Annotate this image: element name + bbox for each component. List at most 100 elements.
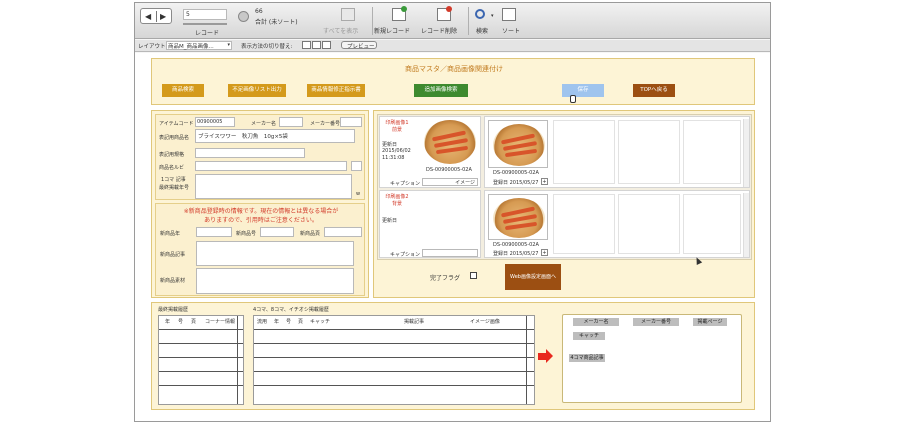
registered-image-cell: DS-00900005-02A 登録日 2015/05/27 + <box>484 116 750 188</box>
shrimp-mark <box>435 145 469 155</box>
registered-image-cell-2: DS-00900005-02A 登録日 2015/05/27 + <box>484 190 750 258</box>
delete-record-minus-icon <box>446 6 452 12</box>
table-row[interactable] <box>254 385 534 386</box>
additional-image-search-button[interactable]: 追加画像検索 <box>414 84 468 97</box>
item-code-field[interactable]: 00900005 <box>195 117 235 127</box>
table-row[interactable] <box>254 371 534 372</box>
record-count-label: 合計 (未ソート) <box>255 19 298 26</box>
registered-image-2-add-icon[interactable]: + <box>541 249 548 256</box>
publish-page-button[interactable]: 掲載ページ <box>693 318 727 326</box>
new-material-field[interactable] <box>196 268 354 294</box>
table-row[interactable] <box>254 357 534 358</box>
maker-field[interactable] <box>279 117 303 127</box>
product-search-button[interactable]: 商品検索 <box>162 84 204 97</box>
shrimp-mark <box>504 221 538 231</box>
delete-record-button[interactable]: レコード削除 <box>421 26 457 35</box>
record-slider[interactable] <box>183 23 227 25</box>
print-image-1-title: 印刷画像1 前景 <box>385 120 409 133</box>
print-image-1-cell: 印刷画像1 前景 更新日 2015/06/02 11:31:08 DS-0090… <box>379 116 481 188</box>
new-record-plus-icon <box>401 6 407 12</box>
feature-col-page: 頁 <box>298 319 304 325</box>
registered-image-2-slot-4[interactable] <box>683 194 741 254</box>
new-number-field[interactable] <box>260 227 294 237</box>
table-row[interactable] <box>159 343 243 344</box>
print-image-2-cell: 印刷画像2 背景 更新日 キャプション <box>379 190 481 258</box>
pie-icon <box>238 11 249 22</box>
red-arrow-icon <box>538 353 546 360</box>
next-record-icon[interactable]: ▶ <box>160 12 166 21</box>
maker-number-button[interactable]: メーカー番号 <box>633 318 679 326</box>
layout-chevron-down-icon: ▾ <box>227 42 230 48</box>
table-row[interactable] <box>159 329 243 330</box>
new-year-field[interactable] <box>196 227 232 237</box>
preview-button[interactable]: プレビュー <box>341 41 377 50</box>
table-row[interactable] <box>159 385 243 386</box>
spec-field[interactable] <box>195 148 305 158</box>
registered-image-2-slot-3[interactable] <box>618 194 680 254</box>
sort-button[interactable]: ソート <box>502 26 520 35</box>
layout-bar: レイアウト: 商品M_商品画像... ▾ 表示方法の切り替え: プレビュー <box>135 40 770 52</box>
registered-image-slot-4[interactable] <box>683 120 741 184</box>
kana-field[interactable] <box>195 161 347 171</box>
record-number-field[interactable]: 5 <box>183 9 227 20</box>
table-row[interactable] <box>254 343 534 344</box>
display-name-field[interactable]: ブライスワワー 秋刀魚 10g×5袋 <box>195 129 355 143</box>
maker-number-label: メーカー番号 <box>310 121 341 127</box>
image-panel: 印刷画像1 前景 更新日 2015/06/02 11:31:08 DS-0090… <box>373 110 755 298</box>
product-info-panel: アイテムコード 00900005 メーカー名 メーカー番号 表記用商品名 ブライ… <box>151 110 369 298</box>
catch-button[interactable]: キャッチ <box>573 332 605 340</box>
registered-image-1-code: DS-00900005-02A <box>493 170 539 176</box>
registered-image-scrollbar[interactable] <box>743 119 749 187</box>
print-image-1-thumbnail[interactable] <box>424 120 476 164</box>
registered-image-1-add-icon[interactable]: + <box>541 178 548 185</box>
caption-select[interactable]: イメージ <box>422 178 478 186</box>
complete-flag-checkbox[interactable] <box>470 272 477 279</box>
table-row[interactable] <box>159 371 243 372</box>
caption-2-select[interactable] <box>422 249 478 257</box>
feature-article-field[interactable] <box>195 174 352 199</box>
form-view-icon[interactable] <box>302 41 311 49</box>
feature-article-label: 1コマ 記事 <box>161 177 186 183</box>
prev-record-icon[interactable]: ◀ <box>145 12 151 21</box>
registered-image-slot-2[interactable] <box>553 120 615 184</box>
maker-name-button[interactable]: メーカー名 <box>573 318 619 326</box>
find-icon[interactable] <box>475 9 485 19</box>
four-koma-article-button[interactable]: 4コマ商品記事 <box>569 354 605 362</box>
back-to-top-button[interactable]: TOPへ戻る <box>633 84 675 97</box>
new-page-field[interactable] <box>324 227 362 237</box>
list-view-icon[interactable] <box>312 41 321 49</box>
new-year-label: 新商品年 <box>160 231 181 237</box>
new-article-field[interactable] <box>196 241 354 266</box>
record-nav-control[interactable]: ◀ ▶ <box>140 8 172 24</box>
kana-extra-field[interactable] <box>351 161 362 171</box>
find-menu-chevron-icon[interactable]: ▾ <box>491 13 494 19</box>
maker-number-field[interactable] <box>340 117 362 127</box>
kana-label: 商品名ルビ <box>159 165 185 171</box>
feature-col-no: 号 <box>286 319 292 325</box>
feature-history-table: 流用 年 号 頁 キャッチ 掲載記事 イメージ画像 <box>253 315 535 405</box>
registered-image-slot-3[interactable] <box>618 120 680 184</box>
registered-image-2-scrollbar[interactable] <box>743 193 749 257</box>
product-info-lower: ※新商品登録時の情報です。現在の情報とは異なる場合が ありますので、引用時はご注… <box>155 203 365 296</box>
registered-image-2-slot-2[interactable] <box>553 194 615 254</box>
missing-image-list-button[interactable]: 不足画像リスト出力 <box>228 84 286 97</box>
red-arrow-head-icon <box>546 349 553 363</box>
product-fix-instruction-button[interactable]: 商品情報修正指示書 <box>307 84 365 97</box>
new-material-label: 新商品素材 <box>160 278 186 284</box>
show-all-button[interactable]: すべてを表示 <box>323 26 358 35</box>
find-button[interactable]: 検索 <box>476 26 488 35</box>
layout-select[interactable]: 商品M_商品画像... ▾ <box>166 41 232 50</box>
record-label: レコード <box>195 30 220 37</box>
web-image-settings-button[interactable]: Web画像設定画面へ <box>505 264 561 290</box>
save-button[interactable]: 保存 <box>562 84 604 97</box>
table-row[interactable] <box>159 357 243 358</box>
new-record-button[interactable]: 新規レコード <box>374 26 410 35</box>
registered-image-1-frame[interactable] <box>488 120 548 168</box>
sort-icon[interactable] <box>502 8 516 21</box>
hand-cursor-icon <box>570 95 576 103</box>
w-marker: w <box>356 191 361 197</box>
show-all-icon[interactable] <box>341 8 355 21</box>
registered-image-2-frame[interactable] <box>488 194 548 240</box>
table-view-icon[interactable] <box>322 41 331 49</box>
table-row[interactable] <box>254 329 534 330</box>
